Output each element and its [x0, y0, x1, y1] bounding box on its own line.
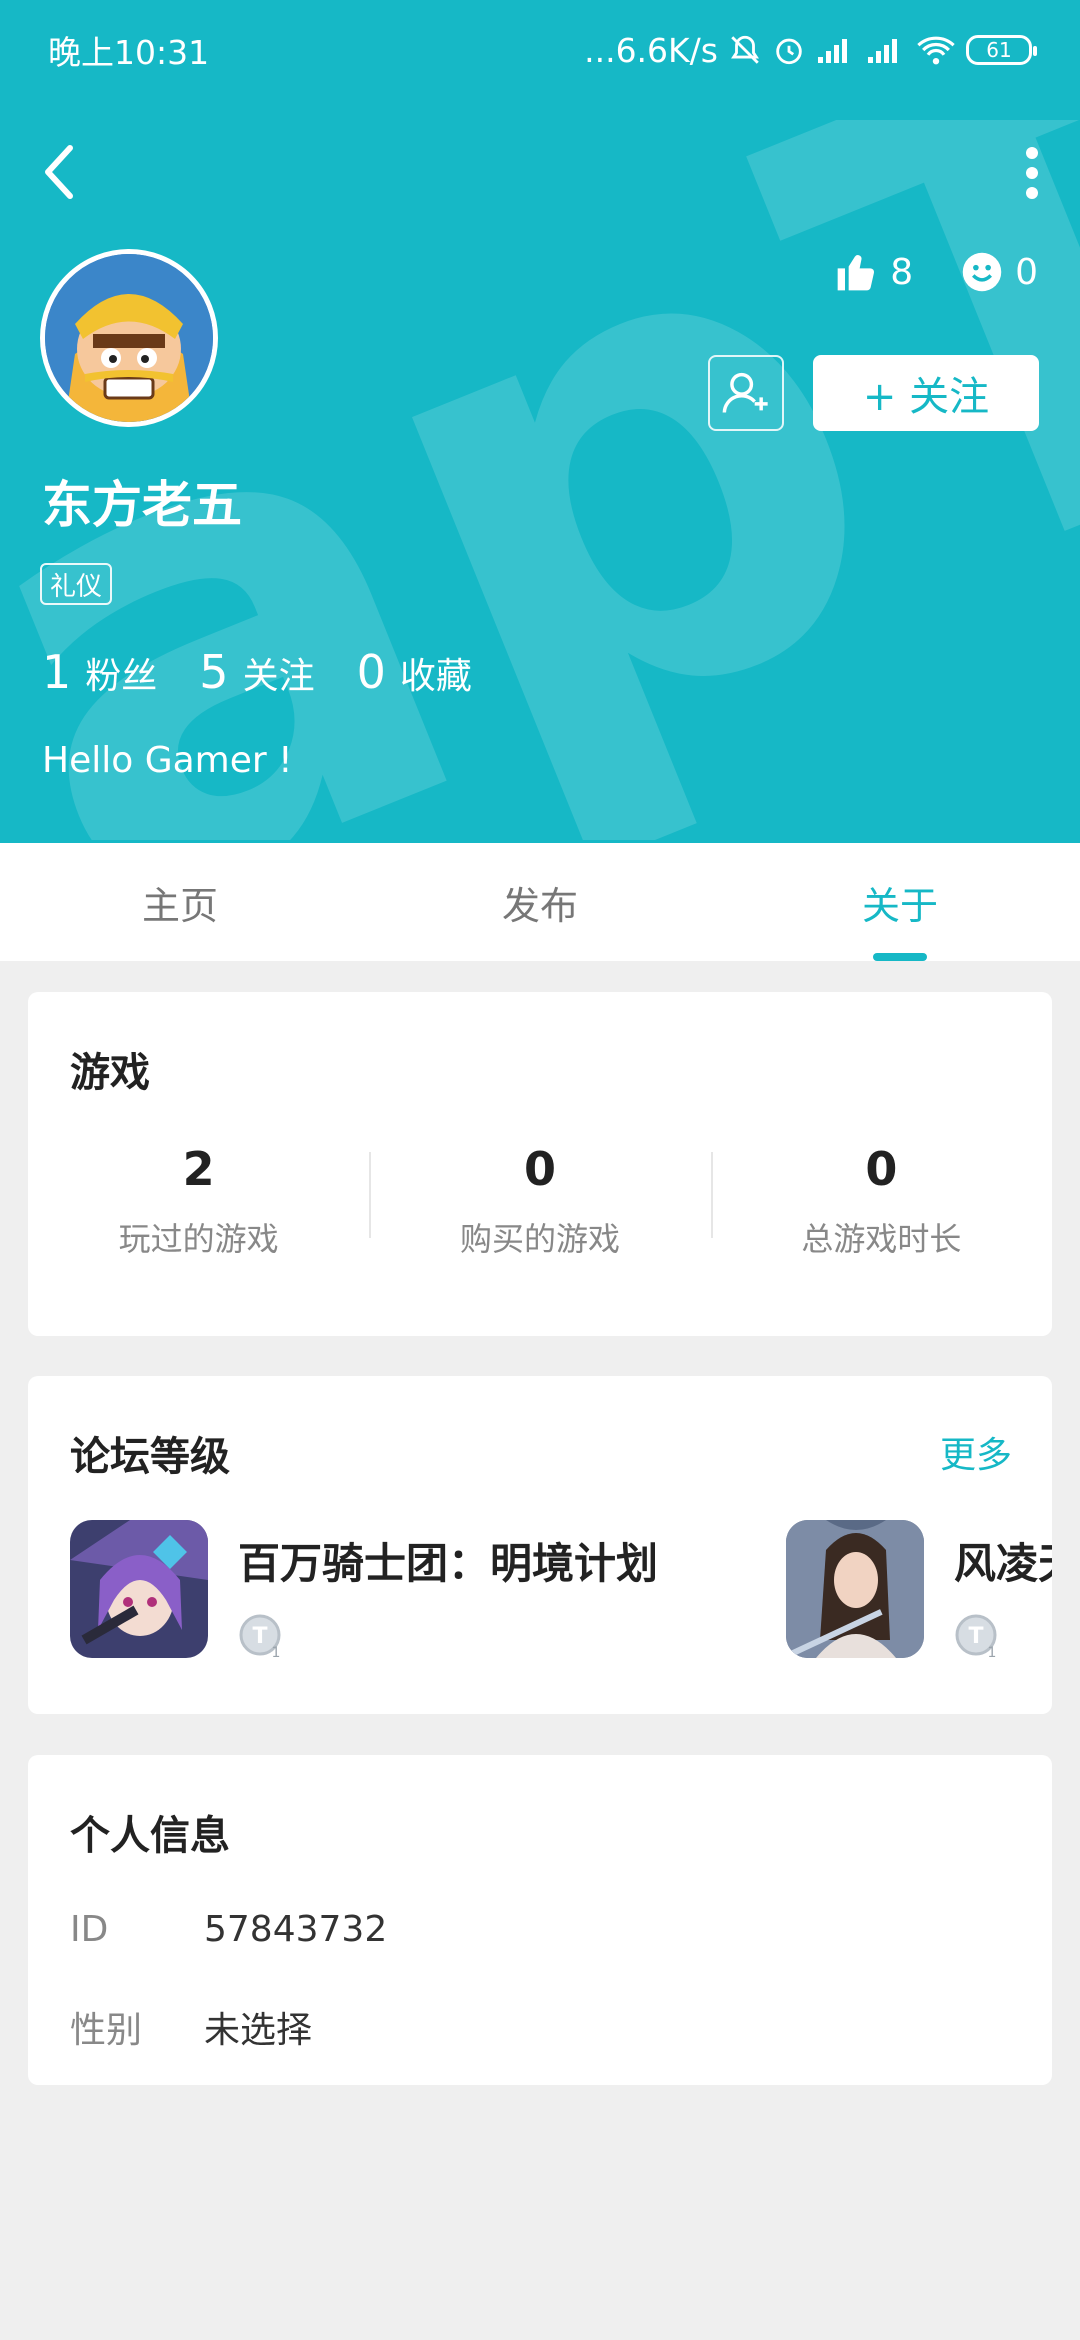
avatar[interactable] [40, 249, 218, 427]
add-user-icon [722, 372, 768, 413]
game-icon [786, 1520, 924, 1658]
tab-home[interactable]: 主页 [0, 843, 360, 961]
status-bar: 晚上10:31 ...6.6K/s 61 [0, 0, 1080, 100]
svg-text:1: 1 [272, 1645, 281, 1661]
info-value: 未选择 [204, 2010, 313, 2051]
profile-counts: 1 粉丝 5 关注 0 收藏 [42, 645, 472, 699]
total-playtime-stat[interactable]: 0 总游戏时长 [710, 1142, 1052, 1260]
signal-icon-2 [868, 39, 897, 63]
user-bio: Hello Gamer ! [42, 740, 293, 781]
info-key: 性别 [70, 2010, 143, 2051]
follow-button[interactable]: + 关注 [813, 355, 1039, 431]
tab-about[interactable]: 关于 [720, 843, 1080, 961]
like-count[interactable]: 8 [834, 250, 913, 294]
status-time: 晚上10:31 [48, 33, 210, 72]
forum-level-card: 论坛等级 更多 百万骑士团：明境计划 T 1 风凌 T 1 [28, 1376, 1052, 1714]
like-count-value: 8 [890, 251, 914, 293]
followers-count[interactable]: 1 粉丝 [42, 645, 157, 699]
mute-bell-icon [731, 35, 759, 64]
info-row-gender: 性别 未选择 [70, 2001, 312, 2053]
alarm-icon [776, 38, 802, 65]
game-icon [70, 1520, 208, 1658]
wifi-icon [917, 36, 955, 65]
favorites-count[interactable]: 0 收藏 [357, 645, 472, 699]
thumbs-up-icon [837, 255, 875, 291]
purchased-games-stat[interactable]: 0 购买的游戏 [369, 1142, 710, 1260]
avatar-image [45, 254, 213, 422]
network-speed: ...6.6K/s [584, 30, 718, 70]
username: 东方老五 [42, 476, 242, 534]
info-key: ID [70, 1909, 109, 1950]
battery-icon: 61 [966, 35, 1037, 65]
signal-icon [818, 39, 847, 63]
svg-text:1: 1 [988, 1645, 997, 1661]
smile-count-value: 0 [1015, 251, 1038, 293]
games-card: 游戏 2 玩过的游戏 0 购买的游戏 0 总游戏时长 [28, 992, 1052, 1336]
more-vertical-icon[interactable] [1020, 145, 1044, 201]
played-games-stat[interactable]: 2 玩过的游戏 [28, 1142, 369, 1260]
forum-game-name: 百万骑士团：明境计划 [238, 1539, 659, 1588]
forum-more-link[interactable]: 更多 [940, 1426, 1012, 1478]
personal-info-card: 个人信息 ID 57843732 性别 未选择 [28, 1755, 1052, 2085]
forum-card-title: 论坛等级 [70, 1434, 230, 1480]
personal-info-title: 个人信息 [70, 1813, 230, 1859]
following-count[interactable]: 5 关注 [199, 645, 314, 699]
tab-posts[interactable]: 发布 [360, 843, 720, 961]
add-friend-button[interactable] [708, 355, 784, 431]
user-tag-badge: 礼仪 [40, 563, 113, 605]
svg-text:T: T [252, 1624, 267, 1649]
smile-count[interactable]: 0 [961, 251, 1038, 293]
forum-item[interactable]: 风凌天 T 1 [786, 1520, 1052, 1665]
info-row-id: ID 57843732 [70, 1909, 387, 1950]
back-arrow-icon[interactable] [40, 140, 80, 204]
profile-header: apTap 晚上10:31 ...6.6K/s [0, 0, 1080, 843]
forum-item[interactable]: 百万骑士团：明境计划 T 1 [70, 1520, 658, 1665]
level-1-icon: T 1 [955, 1614, 997, 1661]
forum-game-name: 风凌天 [954, 1539, 1052, 1588]
games-card-title: 游戏 [70, 1050, 150, 1096]
level-1-icon: T 1 [239, 1614, 281, 1661]
profile-tabs: 主页 发布 关于 [0, 843, 1080, 961]
info-value: 57843732 [204, 1909, 388, 1950]
svg-text:T: T [968, 1624, 983, 1649]
smile-icon [962, 252, 1002, 292]
